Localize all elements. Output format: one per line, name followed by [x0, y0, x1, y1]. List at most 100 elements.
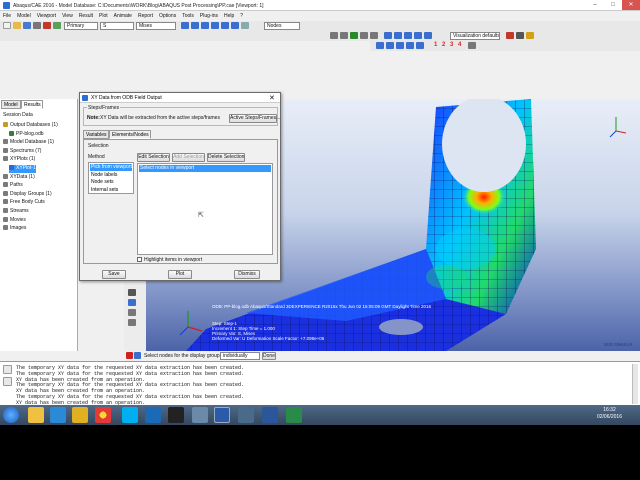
menu-report[interactable]: Report — [135, 11, 156, 19]
plot-button[interactable]: Plot — [168, 270, 192, 279]
dialog-close-icon[interactable]: ✕ — [269, 94, 275, 102]
terminal-icon[interactable] — [168, 407, 184, 423]
menu-animate[interactable]: Animate — [111, 11, 135, 19]
method-option[interactable]: Node sets — [90, 179, 132, 186]
options-icon[interactable] — [468, 42, 476, 49]
step-last-icon[interactable] — [370, 32, 378, 39]
menu-help[interactable]: Help — [221, 11, 237, 19]
menu-model[interactable]: Model — [14, 11, 34, 19]
menu-plot[interactable]: Plot — [96, 11, 111, 19]
zoom-icon[interactable] — [201, 22, 209, 29]
menu-file[interactable]: File — [0, 11, 14, 19]
tree-item[interactable]: Movies — [3, 216, 26, 225]
tree-item[interactable]: XYData (1) — [3, 173, 35, 182]
menu-viewport[interactable]: Viewport — [34, 11, 59, 19]
view-right-icon[interactable] — [414, 32, 422, 39]
view-number-1[interactable]: 1 — [434, 42, 437, 48]
tab-model[interactable]: Model — [1, 100, 21, 109]
maximize-icon[interactable]: □ — [604, 0, 622, 10]
tree-item[interactable]: XYPlot-1 — [9, 165, 36, 173]
highlight-checkbox[interactable] — [137, 257, 142, 262]
mesh-display-icon[interactable] — [376, 42, 384, 49]
tool-display-group-icon[interactable] — [128, 299, 136, 306]
selection-mode-combo[interactable]: individually — [220, 352, 260, 360]
tab-variables[interactable]: Variables — [83, 130, 109, 139]
word-icon[interactable] — [262, 407, 278, 423]
open-folder-icon[interactable] — [13, 22, 21, 29]
wireframe-icon[interactable] — [516, 32, 524, 39]
message-scrollbar[interactable] — [632, 364, 638, 404]
method-option[interactable]: Pick from viewport — [90, 164, 132, 171]
active-steps-frames-button[interactable]: Active Steps/Frames... — [229, 114, 280, 123]
method-option[interactable]: Node labels — [90, 172, 132, 179]
s-combo[interactable]: S — [100, 22, 134, 30]
taskbar-clock[interactable]: 16:32 02/06/2016 — [597, 407, 622, 421]
perspective-icon[interactable] — [396, 42, 404, 49]
tree-item[interactable]: Images — [3, 225, 26, 233]
selection-list[interactable]: Select nodes in viewport ⇱ — [137, 163, 273, 255]
dismiss-button[interactable]: Dismiss — [234, 270, 260, 279]
method-list[interactable]: Pick from viewport Node labels Node sets In… — [88, 162, 134, 194]
outlook-icon[interactable] — [145, 407, 161, 423]
settings-app-icon[interactable] — [192, 407, 208, 423]
visualization-combo[interactable]: Visualization defaults — [450, 32, 500, 40]
step-back-icon[interactable] — [340, 32, 348, 39]
internet-explorer-icon[interactable] — [50, 407, 66, 423]
tree-item[interactable]: Display Groups (1) — [3, 190, 52, 199]
feature-edges-icon[interactable] — [386, 42, 394, 49]
chrome-icon[interactable] — [95, 407, 111, 423]
tree-item[interactable]: Streams — [3, 208, 29, 216]
tree-item[interactable]: Spectrums (7) — [3, 147, 41, 156]
tab-results[interactable]: Results — [21, 100, 43, 109]
edit-selection-button[interactable]: Edit Selection — [137, 153, 170, 162]
cancel-procedure-icon[interactable] — [126, 352, 133, 359]
layer-icon[interactable] — [53, 22, 61, 29]
tool-probe-icon[interactable] — [128, 289, 136, 296]
hidden-lines-icon[interactable] — [416, 42, 424, 49]
tree-item[interactable]: Free Body Cuts — [3, 199, 45, 207]
selection-list-item[interactable]: Select nodes in viewport — [139, 165, 271, 172]
view-number-4[interactable]: 4 — [458, 42, 461, 48]
play-icon[interactable] — [350, 32, 358, 39]
cycle-views-icon[interactable] — [231, 22, 239, 29]
tree-item[interactable]: Paths — [3, 182, 23, 190]
tab-elements-nodes[interactable]: Elements/Nodes — [109, 130, 151, 139]
record-icon[interactable] — [43, 22, 51, 29]
menu-options[interactable]: Options — [156, 11, 179, 19]
menu--[interactable]: ? — [237, 11, 246, 19]
save-icon[interactable] — [23, 22, 31, 29]
tree-item[interactable]: Output Databases (1) — [3, 122, 58, 130]
viewer-app-icon[interactable] — [238, 407, 254, 423]
step-first-icon[interactable] — [330, 32, 338, 39]
mises-combo[interactable]: Mises — [136, 22, 176, 30]
done-button[interactable]: Done — [262, 352, 276, 360]
new-file-icon[interactable] — [3, 22, 11, 29]
primary-combo[interactable]: Primary — [64, 22, 98, 30]
abaqus-taskbar-icon[interactable] — [214, 407, 230, 423]
box-zoom-icon[interactable] — [211, 22, 219, 29]
add-selection-button[interactable]: Add Selection — [172, 153, 205, 162]
method-option[interactable]: Internal sets — [90, 187, 132, 194]
pan-icon[interactable] — [181, 22, 189, 29]
save-button[interactable]: Save — [102, 270, 126, 279]
nodes-combo[interactable]: Nodes — [264, 22, 300, 30]
tool-path-icon[interactable] — [128, 319, 136, 326]
view-number-2[interactable]: 2 — [442, 42, 445, 48]
calculator-icon[interactable] — [286, 407, 302, 423]
tree-item[interactable]: Model Database (1) — [3, 139, 54, 147]
view-bottom-icon[interactable] — [424, 32, 432, 39]
close-icon[interactable]: ✕ — [622, 0, 640, 10]
menu-plug-ins[interactable]: Plug-ins — [197, 11, 221, 19]
menu-tools[interactable]: Tools — [179, 11, 197, 19]
translucency-icon[interactable] — [406, 42, 414, 49]
delete-selection-button[interactable]: Delete Selection — [207, 153, 245, 162]
print-icon[interactable] — [33, 22, 41, 29]
view-number-3[interactable]: 3 — [450, 42, 453, 48]
step-forward-icon[interactable] — [360, 32, 368, 39]
auto-fit-icon[interactable] — [221, 22, 229, 29]
menu-view[interactable]: View — [59, 11, 76, 19]
minimize-icon[interactable]: – — [586, 0, 604, 10]
menu-result[interactable]: Result — [76, 11, 96, 19]
back-procedure-icon[interactable] — [134, 352, 141, 359]
tree-item[interactable]: PP-blog.odb — [9, 130, 44, 139]
